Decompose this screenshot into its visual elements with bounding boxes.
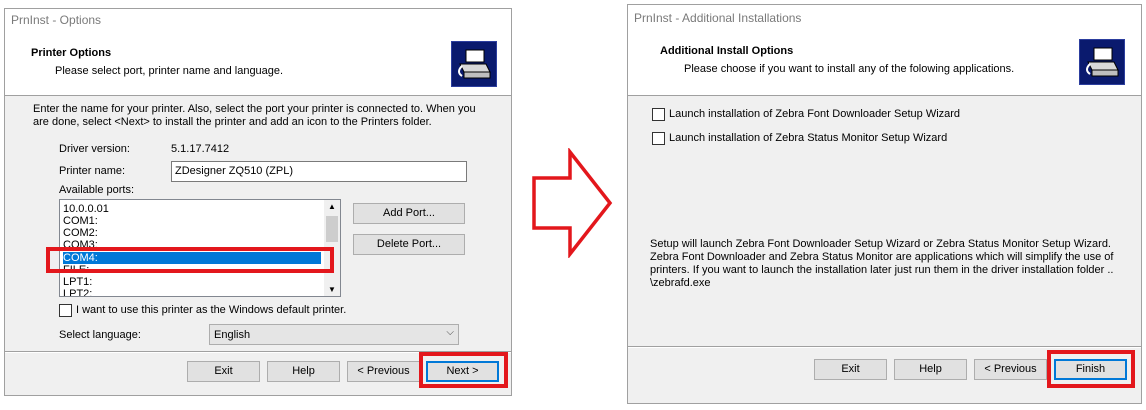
available-ports-label: Available ports:: [59, 184, 135, 196]
printer-name-input[interactable]: ZDesigner ZQ510 (ZPL): [171, 161, 467, 182]
window-title: PrnInst - Options: [5, 9, 511, 31]
chevron-down-icon: ⌵: [446, 327, 454, 338]
window-title: PrnInst - Additional Installations: [628, 5, 1141, 31]
font-downloader-checkbox[interactable]: [652, 108, 665, 121]
highlight-selected-port: [46, 247, 334, 273]
driver-version-label: Driver version:: [59, 143, 130, 155]
list-item[interactable]: LPT2:: [63, 288, 92, 296]
list-item[interactable]: LPT1:: [63, 276, 92, 288]
instructions-text: Enter the name for your printer. Also, s…: [33, 103, 476, 128]
header-title: Additional Install Options: [660, 45, 794, 57]
status-monitor-label: Launch installation of Zebra Status Moni…: [669, 132, 948, 144]
list-item[interactable]: 10.0.0.01: [63, 203, 109, 215]
font-downloader-label: Launch installation of Zebra Font Downlo…: [669, 108, 961, 120]
wizard-header: Additional Install Options Please choose…: [628, 31, 1141, 96]
scrollbar-thumb[interactable]: [326, 216, 338, 242]
highlight-finish-button: [1047, 350, 1135, 388]
add-port-button[interactable]: Add Port...: [353, 203, 465, 224]
help-button[interactable]: Help: [894, 359, 967, 380]
highlight-next-button: [419, 352, 508, 388]
info-line-4: \zebrafd.exe: [650, 277, 711, 289]
header-subtitle: Please choose if you want to install any…: [684, 63, 1015, 75]
header-title: Printer Options: [31, 47, 112, 59]
list-item[interactable]: COM2:: [63, 227, 98, 239]
driver-version-value: 5.1.17.7412: [171, 143, 230, 155]
exit-button[interactable]: Exit: [187, 361, 260, 382]
list-item[interactable]: COM1:: [63, 215, 98, 227]
printer-logo-icon: [1079, 39, 1125, 85]
footer-separator: [628, 346, 1141, 348]
scroll-down-icon[interactable]: ▼: [324, 285, 340, 294]
select-language-label: Select language:: [59, 329, 141, 341]
status-monitor-checkbox[interactable]: [652, 132, 665, 145]
delete-port-button[interactable]: Delete Port...: [353, 234, 465, 255]
default-printer-label: I want to use this printer as the Window…: [76, 304, 347, 316]
info-line-2: Zebra Font Downloader and Zebra Status M…: [650, 251, 1114, 263]
previous-button[interactable]: < Previous: [974, 359, 1047, 380]
wizard-header: Printer Options Please select port, prin…: [5, 31, 511, 96]
printer-logo-icon: [451, 41, 497, 87]
help-button[interactable]: Help: [267, 361, 340, 382]
info-line-3: printers. If you want to launch the inst…: [650, 264, 1114, 276]
additional-installations-window: PrnInst - Additional Installations Addit…: [627, 4, 1142, 404]
default-printer-checkbox[interactable]: [59, 304, 72, 317]
info-line-1: Setup will launch Zebra Font Downloader …: [650, 238, 1111, 250]
printer-name-label: Printer name:: [59, 165, 126, 177]
scroll-up-icon[interactable]: ▲: [324, 202, 340, 211]
exit-button[interactable]: Exit: [814, 359, 887, 380]
language-select[interactable]: English ⌵: [209, 324, 459, 345]
header-subtitle: Please select port, printer name and lan…: [55, 65, 284, 77]
language-value: English: [214, 329, 251, 341]
arrow-right-icon: [532, 148, 613, 258]
options-window: PrnInst - Options Printer Options Please…: [4, 8, 512, 396]
previous-button[interactable]: < Previous: [347, 361, 420, 382]
